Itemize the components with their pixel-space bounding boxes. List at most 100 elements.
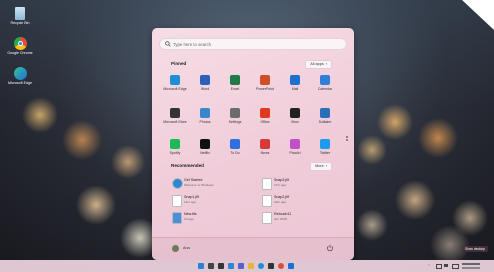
search-icon[interactable] (208, 263, 214, 269)
start-footer: Ana (152, 237, 354, 260)
recommended-item-title: Get Started (184, 178, 203, 182)
mail-icon[interactable] (288, 263, 294, 269)
pinned-app-label: Mail (291, 87, 299, 91)
avatar[interactable] (172, 245, 179, 252)
pinned-app-twitter[interactable]: Twitter (310, 139, 340, 155)
clock-date[interactable] (462, 267, 480, 269)
get-started-icon (172, 178, 183, 189)
pinned-app-mail[interactable]: Mail (280, 75, 310, 91)
recommended-item-title: Snap3.jfif (274, 178, 289, 182)
pinned-app-label: Settings (228, 120, 242, 124)
excel-icon (230, 75, 240, 85)
recommended-item-title: Snap2.jfif (274, 195, 289, 199)
settings-icon (230, 108, 240, 118)
widgets-icon[interactable] (228, 263, 234, 269)
start-icon[interactable] (198, 263, 204, 269)
chevron-up-icon[interactable]: ˄ (428, 263, 430, 267)
pinned-app-photos[interactable]: Photos (190, 108, 220, 124)
file-explorer-icon[interactable] (248, 263, 254, 269)
recommended-item-subtitle: 1h ago (184, 217, 194, 221)
netflix-icon (200, 139, 210, 149)
recommended-item[interactable]: Get Started Welcome to Windows (172, 177, 252, 191)
recommended-item-subtitle: 17m ago (274, 183, 287, 187)
pinned-app-label: Microsoft Edge (163, 87, 187, 91)
battery-icon[interactable] (452, 264, 459, 269)
pinned-app-xbox[interactable]: Xbox (280, 108, 310, 124)
powerpoint-icon (260, 75, 270, 85)
recommended-item[interactable]: Retouch11 Jun 2018 (262, 211, 342, 225)
pinned-app-edge[interactable]: Microsoft Edge (160, 75, 190, 91)
start-search-box[interactable] (159, 38, 347, 50)
edge-icon (13, 67, 27, 80)
pinned-app-calendar[interactable]: Calendar (310, 75, 340, 91)
recommended-item[interactable]: New.tifs 1h ago (172, 211, 252, 225)
file-icon (262, 178, 272, 190)
word-icon (200, 75, 210, 85)
recommended-title: Recommended (171, 163, 204, 168)
image-file-icon (172, 212, 182, 224)
news-icon (260, 139, 270, 149)
all-apps-button[interactable]: All apps › (305, 60, 332, 69)
more-button[interactable]: More › (310, 162, 332, 171)
pinned-app-office[interactable]: Office (250, 108, 280, 124)
chevron-right-icon: › (325, 164, 327, 168)
chrome-icon[interactable] (278, 263, 284, 269)
chevron-right-icon: › (325, 62, 327, 66)
show-desktop-tooltip: Show desktop (462, 246, 489, 252)
search-input[interactable] (173, 39, 338, 49)
desktop-icon-recycle-bin[interactable]: Recycle Bin (4, 7, 36, 25)
pinned-app-label: Twitter (319, 151, 331, 155)
store-icon[interactable] (268, 263, 274, 269)
pinned-app-label: Office (260, 120, 270, 124)
pinned-app-picsart[interactable]: PicsArt (280, 139, 310, 155)
recommended-item-title: Retouch11 (274, 212, 292, 216)
pinned-app-powerpoint[interactable]: PowerPoint (250, 75, 280, 91)
twitter-icon (320, 139, 330, 149)
page-dots[interactable] (346, 136, 348, 142)
file-icon (172, 195, 182, 207)
wifi-icon[interactable] (436, 264, 442, 269)
file-icon (262, 195, 272, 207)
chrome-icon (13, 37, 27, 50)
pinned-app-solitaire[interactable]: Solitaire (310, 108, 340, 124)
pinned-app-todo[interactable]: To Do (220, 139, 250, 155)
pinned-app-label: Calendar (317, 87, 333, 91)
edge-icon[interactable] (258, 263, 264, 269)
pinned-app-label: Word (200, 87, 210, 91)
pinned-app-label: Photos (199, 120, 211, 124)
volume-icon[interactable] (444, 264, 448, 267)
pinned-app-news[interactable]: News (250, 139, 280, 155)
teams-icon[interactable] (238, 263, 244, 269)
pinned-app-label: To Do (230, 151, 240, 155)
pinned-app-label: PowerPoint (256, 87, 274, 91)
pinned-app-label: News (260, 151, 270, 155)
xbox-icon (290, 108, 300, 118)
desktop-icon-edge[interactable]: Microsoft Edge (4, 67, 36, 85)
pinned-title: Pinned (171, 61, 187, 66)
pinned-app-settings[interactable]: Settings (220, 108, 250, 124)
power-icon[interactable] (326, 244, 334, 252)
picsart-icon (290, 139, 300, 149)
photos-icon (200, 108, 210, 118)
desktop-icon-chrome[interactable]: Google Chrome (4, 37, 36, 55)
recommended-item-subtitle: Jun 2018 (274, 217, 287, 221)
recommended-item-subtitle: 21m ago (184, 200, 197, 204)
recycle-bin-icon (15, 7, 25, 20)
pinned-app-netflix[interactable]: Netflix (190, 139, 220, 155)
recommended-item[interactable]: Snap3.jfif 17m ago (262, 177, 342, 191)
recommended-item[interactable]: Snap1.jfif 21m ago (172, 194, 252, 208)
edge-icon (170, 75, 180, 85)
user-name[interactable]: Ana (183, 246, 190, 250)
pinned-app-label: Netflix (200, 151, 210, 155)
pinned-app-store[interactable]: Microsoft Store (160, 108, 190, 124)
recommended-item[interactable]: Snap2.jfif 22m ago (262, 194, 342, 208)
task-view-icon[interactable] (218, 263, 224, 269)
start-menu: Pinned All apps› Microsoft Edge Word Excel… (152, 28, 354, 260)
pinned-app-label: Microsoft Store (163, 120, 187, 124)
pinned-app-spotify[interactable]: Spotify (160, 139, 190, 155)
solitaire-icon (320, 108, 330, 118)
pinned-app-excel[interactable]: Excel (220, 75, 250, 91)
clock-time[interactable] (462, 263, 480, 265)
pinned-app-word[interactable]: Word (190, 75, 220, 91)
calendar-icon (320, 75, 330, 85)
